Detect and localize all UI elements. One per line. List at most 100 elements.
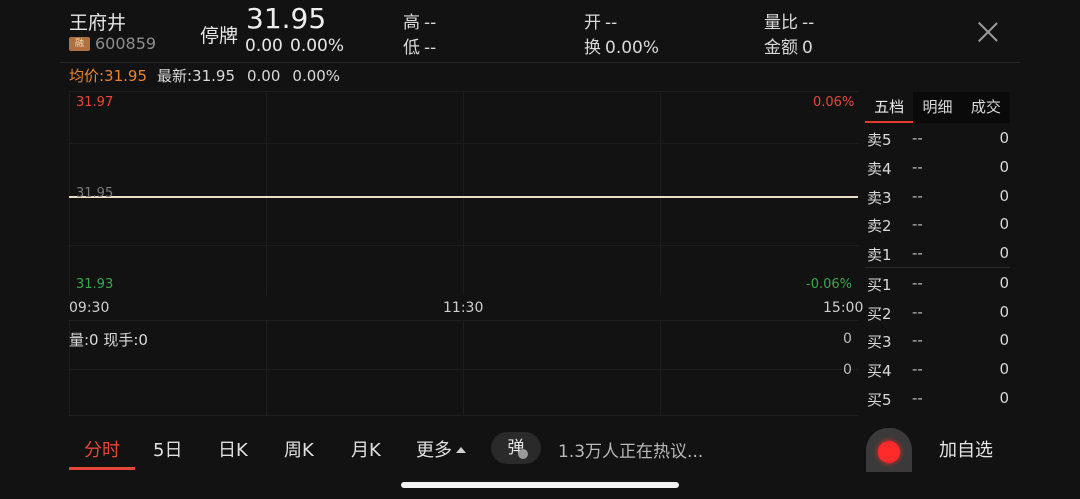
order-price: -- bbox=[912, 244, 923, 262]
margin-trading-badge: 融 bbox=[69, 37, 90, 51]
tab-intraday[interactable]: 分时 bbox=[84, 436, 120, 462]
price-summary-row: 均价:31.95 最新:31.95 0.00 0.00% bbox=[69, 65, 340, 86]
order-volume: 0 bbox=[999, 303, 1009, 321]
tab-weekly-k[interactable]: 周K bbox=[284, 436, 314, 462]
amount-stat: 金额 0 bbox=[764, 33, 813, 58]
price-change-pct: 0.00% bbox=[290, 36, 345, 56]
stock-name: 王府井 bbox=[69, 12, 127, 34]
chart-top-pct: 0.06% bbox=[813, 95, 855, 110]
header-divider bbox=[60, 62, 1020, 63]
time-mid: 11:30 bbox=[443, 300, 484, 316]
order-volume: 0 bbox=[999, 244, 1009, 262]
order-book-row: 卖3 -- 0 bbox=[867, 187, 1009, 209]
order-volume: 0 bbox=[999, 187, 1009, 205]
order-book-row: 卖2 -- 0 bbox=[867, 215, 1009, 237]
time-start: 09:30 bbox=[69, 300, 110, 316]
time-end: 15:00 bbox=[823, 300, 864, 316]
close-icon[interactable] bbox=[977, 21, 999, 43]
high-stat: 高 -- bbox=[403, 8, 436, 33]
chart-bottom-price: 31.93 bbox=[76, 277, 114, 292]
order-side: 买4 bbox=[867, 362, 892, 380]
volume-ratio-stat: 量比 -- bbox=[764, 8, 814, 33]
grid-line bbox=[69, 143, 858, 144]
chart-mid-price: 31.95 bbox=[76, 186, 114, 201]
order-side: 卖4 bbox=[867, 160, 892, 178]
order-price: -- bbox=[912, 389, 923, 407]
order-book-row: 买2 -- 0 bbox=[867, 303, 1009, 325]
tab-more[interactable]: 更多 bbox=[416, 436, 466, 462]
latest-change: 0.00 bbox=[247, 67, 281, 85]
tab-details[interactable]: 明细 bbox=[913, 92, 961, 123]
tab-monthly-k[interactable]: 月K bbox=[351, 436, 381, 462]
order-price: -- bbox=[912, 187, 923, 205]
tab-five-levels[interactable]: 五档 bbox=[865, 92, 914, 123]
order-price: -- bbox=[912, 360, 923, 378]
order-book-row: 买3 -- 0 bbox=[867, 331, 1009, 353]
stock-code: 600859 bbox=[95, 34, 157, 53]
order-price: -- bbox=[912, 215, 923, 233]
order-side: 卖2 bbox=[867, 217, 892, 235]
tab-5-day[interactable]: 5日 bbox=[153, 436, 182, 462]
active-tab-underline bbox=[69, 467, 135, 470]
turnover-label: 换 bbox=[584, 38, 601, 58]
order-volume: 0 bbox=[999, 274, 1009, 292]
home-indicator[interactable] bbox=[401, 482, 679, 488]
danmu-off-icon bbox=[518, 449, 528, 459]
price-line bbox=[69, 196, 858, 198]
grid-line bbox=[69, 92, 70, 295]
order-price: -- bbox=[912, 158, 923, 176]
tab-more-label: 更多 bbox=[416, 440, 452, 461]
low-stat: 低 -- bbox=[403, 33, 436, 58]
current-price: 31.95 bbox=[246, 2, 327, 35]
record-icon[interactable] bbox=[866, 428, 912, 472]
order-book-row: 买5 -- 0 bbox=[867, 389, 1009, 411]
intraday-chart[interactable] bbox=[69, 91, 858, 295]
avg-price: 均价:31.95 bbox=[69, 67, 147, 85]
order-side: 卖5 bbox=[867, 131, 892, 149]
grid-line bbox=[266, 321, 267, 415]
order-book-row: 卖5 -- 0 bbox=[867, 129, 1009, 151]
order-book-divider bbox=[865, 267, 1010, 268]
order-volume: 0 bbox=[999, 360, 1009, 378]
latest-change-pct: 0.00% bbox=[292, 67, 341, 85]
low-label: 低 bbox=[403, 38, 420, 58]
volume-chart[interactable] bbox=[69, 320, 858, 416]
add-favorite-button[interactable]: 加自选 bbox=[939, 436, 993, 462]
order-price: -- bbox=[912, 331, 923, 349]
turnover-value: 0.00% bbox=[605, 38, 660, 58]
order-side: 买5 bbox=[867, 391, 892, 409]
amount-value: 0 bbox=[802, 38, 813, 58]
danmu-toggle-button[interactable]: 弹 bbox=[491, 432, 541, 464]
low-value: -- bbox=[424, 38, 437, 58]
volume-label: 量:0 现手:0 bbox=[69, 331, 148, 349]
order-side: 买2 bbox=[867, 305, 892, 323]
grid-line bbox=[660, 92, 661, 295]
grid-line bbox=[266, 92, 267, 295]
volume-ratio-value: -- bbox=[802, 13, 815, 33]
discussion-ticker[interactable]: 1.3万人正在热议... bbox=[558, 437, 703, 462]
order-price: -- bbox=[912, 129, 923, 147]
volume-axis-bottom: 0 bbox=[843, 362, 852, 378]
open-label: 开 bbox=[584, 13, 601, 33]
amount-label: 金额 bbox=[764, 38, 798, 58]
trading-status: 停牌 bbox=[200, 25, 239, 47]
order-book-row: 卖4 -- 0 bbox=[867, 158, 1009, 180]
order-book-row: 买4 -- 0 bbox=[867, 360, 1009, 382]
tab-trades[interactable]: 成交 bbox=[962, 92, 1010, 123]
high-value: -- bbox=[424, 13, 437, 33]
order-book-tabs: 五档 明细 成交 bbox=[865, 92, 1010, 123]
grid-line bbox=[660, 321, 661, 415]
order-volume: 0 bbox=[999, 158, 1009, 176]
tab-daily-k[interactable]: 日K bbox=[218, 436, 248, 462]
order-volume: 0 bbox=[999, 389, 1009, 407]
grid-line bbox=[69, 369, 858, 370]
grid-line bbox=[69, 245, 858, 246]
order-price: -- bbox=[912, 303, 923, 321]
turnover-stat: 换 0.00% bbox=[584, 33, 659, 58]
order-side: 卖3 bbox=[867, 189, 892, 207]
open-stat: 开 -- bbox=[584, 8, 617, 33]
volume-axis-top: 0 bbox=[843, 331, 852, 347]
price-change: 0.00 bbox=[245, 36, 283, 56]
latest-price: 最新:31.95 bbox=[157, 67, 235, 85]
order-volume: 0 bbox=[999, 129, 1009, 147]
